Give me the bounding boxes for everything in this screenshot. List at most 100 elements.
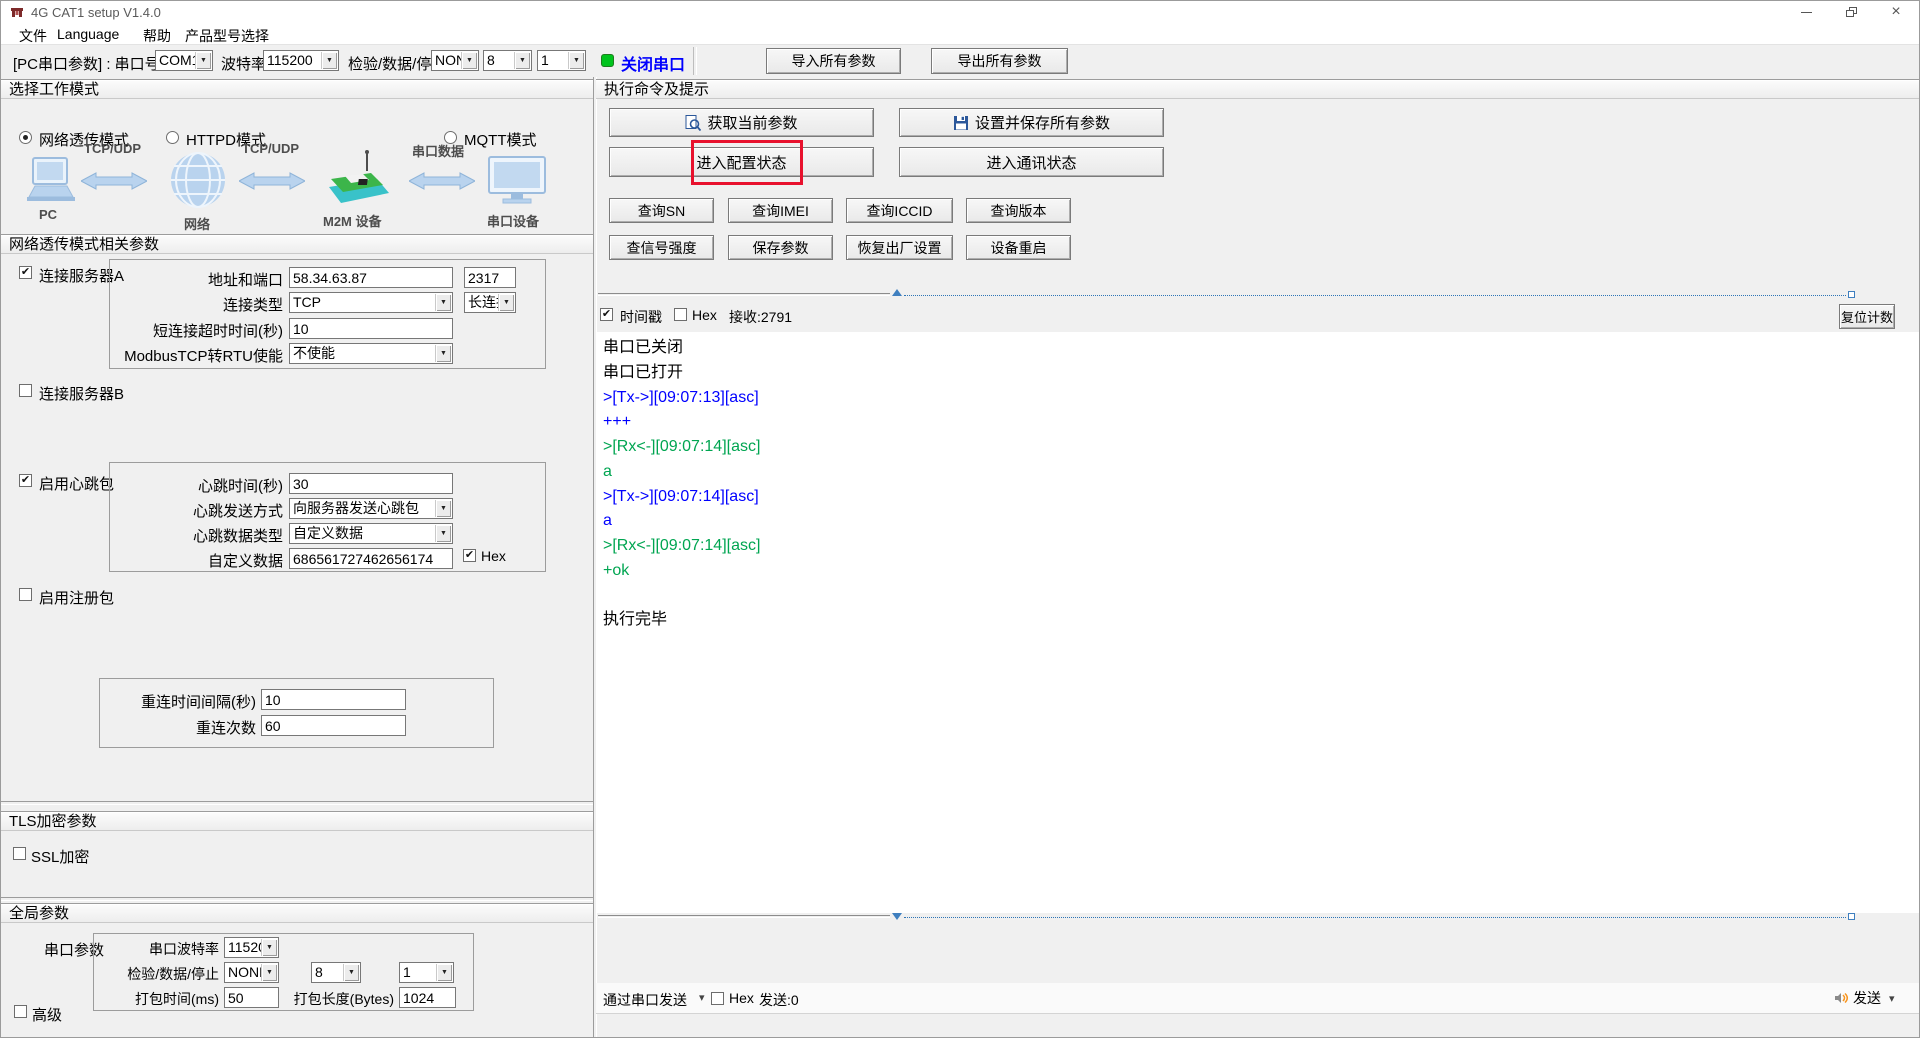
chevron-down-icon[interactable]: ▼ [435,345,451,362]
g-baud-label: 串口波特率 [61,939,219,959]
restore-button[interactable] [1836,1,1866,23]
ssl-checkbox[interactable] [13,847,26,860]
send-hex-label[interactable]: Hex [729,990,754,1006]
timestamp-label[interactable]: 时间戳 [620,307,662,327]
menu-file[interactable]: 文件 [19,26,47,46]
factory-reset-button[interactable]: 恢复出厂设置 [846,235,953,260]
chevron-down-icon[interactable]: ▼ [568,52,584,69]
hb-data-input[interactable]: 686561727462656174 [289,548,453,569]
chevron-down-icon[interactable]: ▼ [514,52,530,69]
server-a-checkbox[interactable]: ✔ [19,266,32,279]
advanced-checkbox[interactable] [14,1005,27,1018]
send-button[interactable]: 发送 ▾ [1834,988,1909,1008]
short-timeout-input[interactable]: 10 [289,318,453,339]
chevron-down-icon[interactable]: ▼ [461,52,477,69]
window-title: 4G CAT1 setup V1.4.0 [31,5,161,20]
g-parity-select[interactable]: NONE ▼ [224,962,279,983]
app-window: 4G CAT1 setup V1.4.0 × 文件 Language 帮助 产品… [0,0,1920,1038]
chevron-down-icon[interactable]: ▼ [498,294,514,311]
g-databits-select[interactable]: 8 ▼ [311,962,361,983]
query-iccid-button[interactable]: 查询ICCID [846,198,953,223]
reconnect-count-input[interactable]: 60 [261,715,406,736]
hb-type-select[interactable]: 自定义数据 ▼ [289,523,453,544]
log-hex-checkbox[interactable] [674,308,687,321]
chevron-down-icon[interactable]: ▼ [435,500,451,517]
save-params-button[interactable]: 保存参数 [728,235,833,260]
server-b-checkbox[interactable] [19,384,32,397]
chevron-down-icon[interactable]: ▼ [435,525,451,542]
send-hex-checkbox[interactable] [711,992,724,1005]
chevron-down-icon[interactable]: ▼ [343,964,359,981]
com-port-select[interactable]: COM10 ▼ [155,50,213,71]
advanced-label[interactable]: 高级 [32,1004,62,1025]
chevron-down-icon[interactable]: ▼ [261,939,277,956]
menu-language[interactable]: Language [57,26,119,42]
query-signal-button[interactable]: 查信号强度 [609,235,714,260]
chevron-down-icon[interactable]: ▼ [261,964,277,981]
log-line: +++ [603,410,1920,435]
splitter-bottom-track[interactable] [904,917,1846,918]
splitter-end-box[interactable] [1848,291,1855,298]
close-serial-button[interactable]: 关闭串口 [621,51,685,75]
ssl-label[interactable]: SSL加密 [31,846,89,867]
keepalive-select[interactable]: 长连接 ▼ [464,292,516,313]
radio-mode-httpd[interactable] [166,131,179,144]
timestamp-checkbox[interactable]: ✔ [600,308,613,321]
hb-hex-label[interactable]: Hex [481,548,506,564]
chevron-down-icon[interactable]: ▼ [435,294,451,311]
g-stopbits-select[interactable]: 1 ▼ [399,962,454,983]
set-save-params-button[interactable]: 设置并保存所有参数 [899,108,1164,137]
splitter-top[interactable] [598,293,890,296]
query-imei-button[interactable]: 查询IMEI [728,198,833,223]
server-b-label[interactable]: 连接服务器B [39,383,124,404]
radio-mode-transparent[interactable] [19,131,32,144]
sent-count-label: 发送:0 [759,990,799,1010]
splitter-arrow-icon[interactable] [892,913,902,920]
databits-select[interactable]: 8 ▼ [483,50,532,71]
regpack-checkbox[interactable] [19,588,32,601]
regpack-label[interactable]: 启用注册包 [39,587,114,608]
query-sn-button[interactable]: 查询SN [609,198,714,223]
hb-hex-checkbox[interactable]: ✔ [463,549,476,562]
enter-comm-button[interactable]: 进入通讯状态 [899,147,1164,177]
menu-product-select[interactable]: 产品型号选择 [185,26,269,46]
g-baud-select[interactable]: 115200 ▼ [224,937,279,958]
send-via-serial-button[interactable]: 通过串口发送 [603,990,687,1010]
device-reboot-button[interactable]: 设备重启 [966,235,1071,260]
modbus-select[interactable]: 不使能 ▼ [289,343,453,364]
minimize-button[interactable] [1791,1,1821,23]
close-button[interactable]: × [1881,1,1911,23]
chevron-down-icon[interactable]: ▾ [699,991,705,1004]
splitter-end-box[interactable] [1848,913,1855,920]
server-addr-input[interactable]: 58.34.63.87 [289,267,453,288]
baud-label: 波特率 [221,53,266,74]
reset-count-button[interactable]: 复位计数 [1839,304,1895,329]
reconnect-interval-input[interactable]: 10 [261,689,406,710]
parity-select[interactable]: NONE ▼ [431,50,479,71]
chevron-down-icon[interactable]: ▼ [436,964,452,981]
menu-help[interactable]: 帮助 [143,26,171,46]
radio-label-mqtt[interactable]: MQTT模式 [464,129,537,150]
splitter-top-track[interactable] [904,295,1846,296]
export-params-button[interactable]: 导出所有参数 [931,48,1068,74]
addr-port-label: 地址和端口 [101,269,283,290]
pack-len-input[interactable]: 1024 [399,987,456,1008]
hb-time-input[interactable]: 30 [289,473,453,494]
log-output[interactable]: 串口已关闭串口已打开>[Tx->][09:07:13][asc]+++>[Rx<… [596,332,1920,913]
conn-type-select[interactable]: TCP ▼ [289,292,453,313]
chevron-down-icon[interactable]: ▼ [321,52,337,69]
get-params-button[interactable]: 获取当前参数 [609,108,874,137]
splitter-arrow-icon[interactable] [892,289,902,296]
splitter-bottom[interactable] [598,915,890,918]
log-hex-label[interactable]: Hex [692,307,717,323]
hb-mode-select[interactable]: 向服务器发送心跳包 ▼ [289,498,453,519]
server-port-input[interactable]: 2317 [464,267,516,288]
log-line: >[Rx<-][09:07:14][asc] [603,534,1920,559]
query-version-button[interactable]: 查询版本 [966,198,1071,223]
stopbits-select[interactable]: 1 ▼ [537,50,586,71]
import-params-button[interactable]: 导入所有参数 [766,48,901,74]
heartbeat-checkbox[interactable]: ✔ [19,474,32,487]
chevron-down-icon[interactable]: ▼ [195,52,211,69]
tls-caption: TLS加密参数 [1,811,593,831]
baud-select[interactable]: 115200 ▼ [263,50,339,71]
